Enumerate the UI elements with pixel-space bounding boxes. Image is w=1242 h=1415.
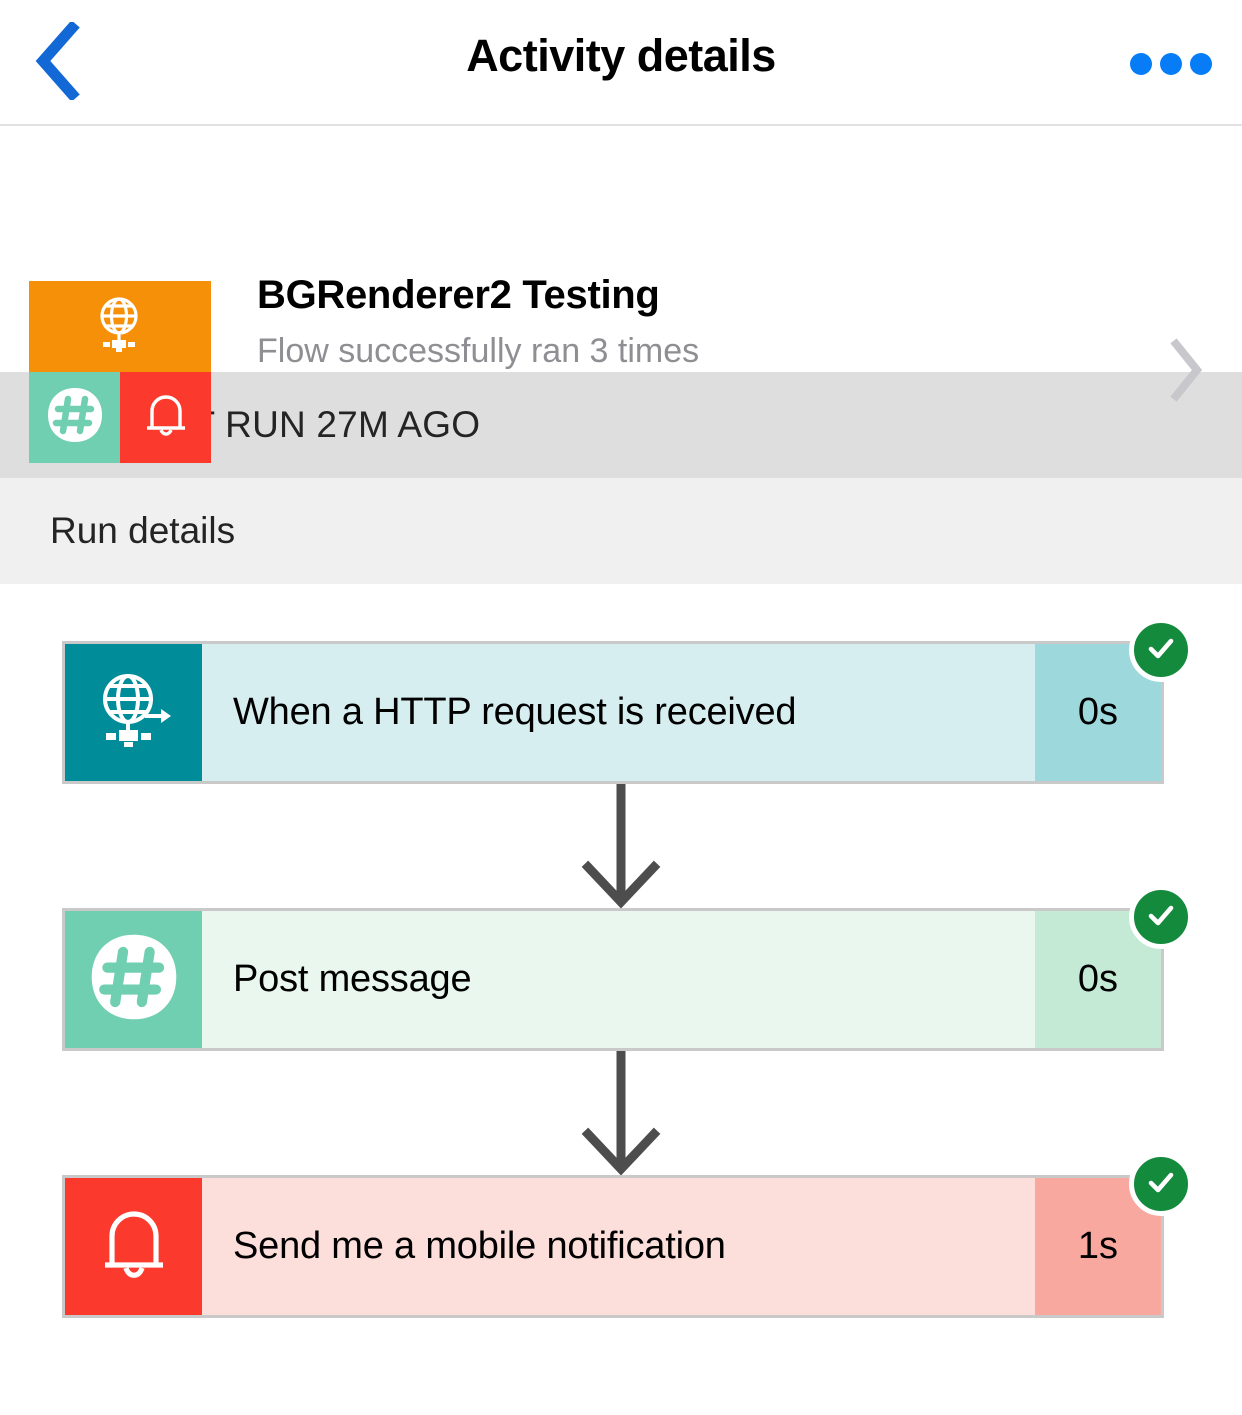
step-connector	[0, 1051, 1242, 1175]
flow-thumbnail-notification-quadrant	[120, 372, 211, 463]
flow-disclosure-button[interactable]	[1168, 338, 1204, 407]
navigation-bar: Activity details	[0, 0, 1242, 126]
run-steps-list: When a HTTP request is received 0s Post …	[0, 584, 1242, 1318]
flow-summary-text: BGRenderer2 Testing Flow successfully ra…	[257, 272, 1122, 372]
flow-name: BGRenderer2 Testing	[257, 273, 660, 317]
status-badge-succeeded	[1129, 618, 1193, 682]
step-card-post-message[interactable]: Post message 0s	[62, 885, 1193, 1051]
more-horizontal-icon-dot-2	[1160, 53, 1182, 75]
more-horizontal-icon-dot-1	[1130, 53, 1152, 75]
run-details-header: Run details	[0, 478, 1242, 584]
slack-hash-icon	[87, 930, 181, 1029]
globe-http-icon	[95, 668, 173, 757]
steps-top-spacer	[0, 584, 1242, 641]
status-badge-succeeded	[1129, 885, 1193, 949]
chevron-right-icon	[1168, 338, 1204, 406]
flow-summary-row[interactable]: BGRenderer2 Testing Flow successfully ra…	[0, 126, 1242, 463]
bell-icon	[95, 1201, 173, 1292]
step-connector	[0, 784, 1242, 908]
flow-thumbnail	[29, 281, 211, 463]
step-wrapper: Post message 0s	[0, 885, 1242, 1051]
flow-thumbnail-globe-quadrant	[29, 281, 211, 372]
globe-http-icon	[92, 293, 148, 360]
step-name: Send me a mobile notification	[202, 1178, 1035, 1315]
step-wrapper: Send me a mobile notification 1s	[0, 1152, 1242, 1318]
step-name: Post message	[202, 911, 1035, 1048]
check-circle-icon	[1144, 898, 1178, 937]
slack-hash-icon	[45, 385, 105, 450]
bell-icon	[140, 387, 192, 448]
step-icon-container	[65, 911, 202, 1048]
step-wrapper: When a HTTP request is received 0s	[0, 618, 1242, 784]
step-icon-container	[65, 1178, 202, 1315]
step-icon-container	[65, 644, 202, 781]
flow-thumbnail-slack-quadrant	[29, 372, 120, 463]
check-circle-icon	[1144, 631, 1178, 670]
run-details-label: Run details	[50, 510, 236, 551]
step-card-mobile-notification[interactable]: Send me a mobile notification 1s	[62, 1152, 1193, 1318]
step-card-http-request[interactable]: When a HTTP request is received 0s	[62, 618, 1193, 784]
more-options-button[interactable]	[1130, 44, 1212, 84]
page-title: Activity details	[466, 30, 776, 81]
more-horizontal-icon-dot-3	[1190, 53, 1212, 75]
status-badge-succeeded	[1129, 1152, 1193, 1216]
check-circle-icon	[1144, 1165, 1178, 1204]
step-name: When a HTTP request is received	[202, 644, 1035, 781]
flow-status-text: Flow successfully ran 3 times	[257, 332, 700, 371]
